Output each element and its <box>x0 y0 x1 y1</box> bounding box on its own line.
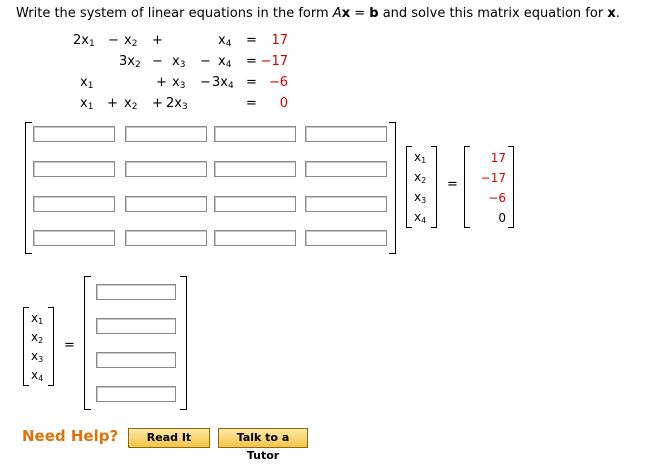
matrix-a-input-r1c4[interactable] <box>305 126 387 142</box>
eq1-op2: + <box>152 33 163 48</box>
b-vector-right-bracket <box>508 146 514 228</box>
matrix-a-input-r4c1[interactable] <box>33 230 115 246</box>
eq1-rhs: 17 <box>271 33 288 48</box>
eq4-term2: x2 <box>124 96 138 112</box>
eq1-term2: x2 <box>124 33 138 49</box>
eq2-op2: − <box>200 54 211 69</box>
eq3-op1: + <box>156 75 167 90</box>
matrix-a-input-r2c2[interactable] <box>125 161 207 177</box>
matrix-a-input-r3c2[interactable] <box>125 196 207 212</box>
read-it-button[interactable]: Read It <box>128 428 210 448</box>
solution-x-entry-2: x2 <box>31 330 44 345</box>
b-vector-left-bracket <box>464 146 470 228</box>
matrix-a-input-r2c3[interactable] <box>214 161 296 177</box>
matrix-a-input-r4c4[interactable] <box>305 230 387 246</box>
eq4-op2: + <box>152 96 163 111</box>
matrix-a-input-r4c2[interactable] <box>125 230 207 246</box>
matrix-a-input-r1c1[interactable] <box>33 126 115 142</box>
eq2-op1: − <box>152 54 163 69</box>
b-vector-entry-2: −17 <box>480 171 506 185</box>
x-vector-entry-2: x2 <box>414 170 427 185</box>
b-vector-entry-1: 17 <box>490 151 506 165</box>
solution-input-right-bracket <box>180 276 187 410</box>
matrix-a-input-r4c3[interactable] <box>214 230 296 246</box>
matrix-a-left-bracket <box>25 122 32 254</box>
eq1-term4: x4 <box>218 33 232 49</box>
b-vector-entry-4: 0 <box>498 211 506 225</box>
eq4-term1: x1 <box>80 96 94 112</box>
b-vector-entry-3: −6 <box>488 191 506 205</box>
matrix-a-input-r3c4[interactable] <box>305 196 387 212</box>
matrix-a-input-r3c1[interactable] <box>33 196 115 212</box>
eq4-term3: 2x3 <box>166 96 188 112</box>
eq3-term4: 3x4 <box>212 75 234 91</box>
need-help-label: Need Help? <box>22 427 119 445</box>
eq2-term4: x4 <box>218 54 232 70</box>
x-vector-entry-1: x1 <box>414 150 427 165</box>
eq2-rhs: −17 <box>260 54 288 69</box>
x-vector-left-bracket <box>406 146 412 228</box>
solution-x-entry-1: x1 <box>31 311 44 326</box>
solution-x-entry-3: x3 <box>31 349 44 364</box>
eq3-op2: − <box>200 75 211 90</box>
matrix-a-input-r1c2[interactable] <box>125 126 207 142</box>
talk-to-tutor-button[interactable]: Talk to a Tutor <box>218 428 308 462</box>
equation-system: 2x1 − x2 + x4 = 17 3x2 − x3 − x4 = −17 x… <box>0 0 670 120</box>
matrix-a-input-r2c1[interactable] <box>33 161 115 177</box>
matrix-a-right-bracket <box>389 122 396 254</box>
matrix-a-input-r2c4[interactable] <box>305 161 387 177</box>
eq3-rhs: −6 <box>268 75 288 90</box>
x-vector-entry-4: x4 <box>414 210 427 225</box>
eq3-term3: x3 <box>172 75 186 91</box>
eq2-term2: 3x2 <box>119 54 141 70</box>
solution-input-left-bracket <box>84 276 91 410</box>
equals-sign-2: = <box>64 338 75 353</box>
eq1-op1: − <box>108 33 119 48</box>
solution-x-entry-4: x4 <box>31 368 44 383</box>
solution-input-2[interactable] <box>96 318 176 334</box>
eq2-term3: x3 <box>172 54 186 70</box>
solution-input-1[interactable] <box>96 284 176 300</box>
x-vector-entry-3: x3 <box>414 190 427 205</box>
eq4-op1: + <box>107 96 118 111</box>
eq3-term1: x1 <box>80 75 94 91</box>
equals-sign-1: = <box>447 177 458 192</box>
matrix-a-input-r1c3[interactable] <box>214 126 296 142</box>
solution-input-4[interactable] <box>96 386 176 402</box>
eq4-rhs: 0 <box>279 96 288 111</box>
matrix-a-input-r3c3[interactable] <box>214 196 296 212</box>
solution-x-left-bracket <box>23 307 29 386</box>
solution-x-right-bracket <box>48 307 54 386</box>
x-vector-right-bracket <box>431 146 437 228</box>
eq1-term1: 2x1 <box>73 33 95 49</box>
solution-input-3[interactable] <box>96 352 176 368</box>
